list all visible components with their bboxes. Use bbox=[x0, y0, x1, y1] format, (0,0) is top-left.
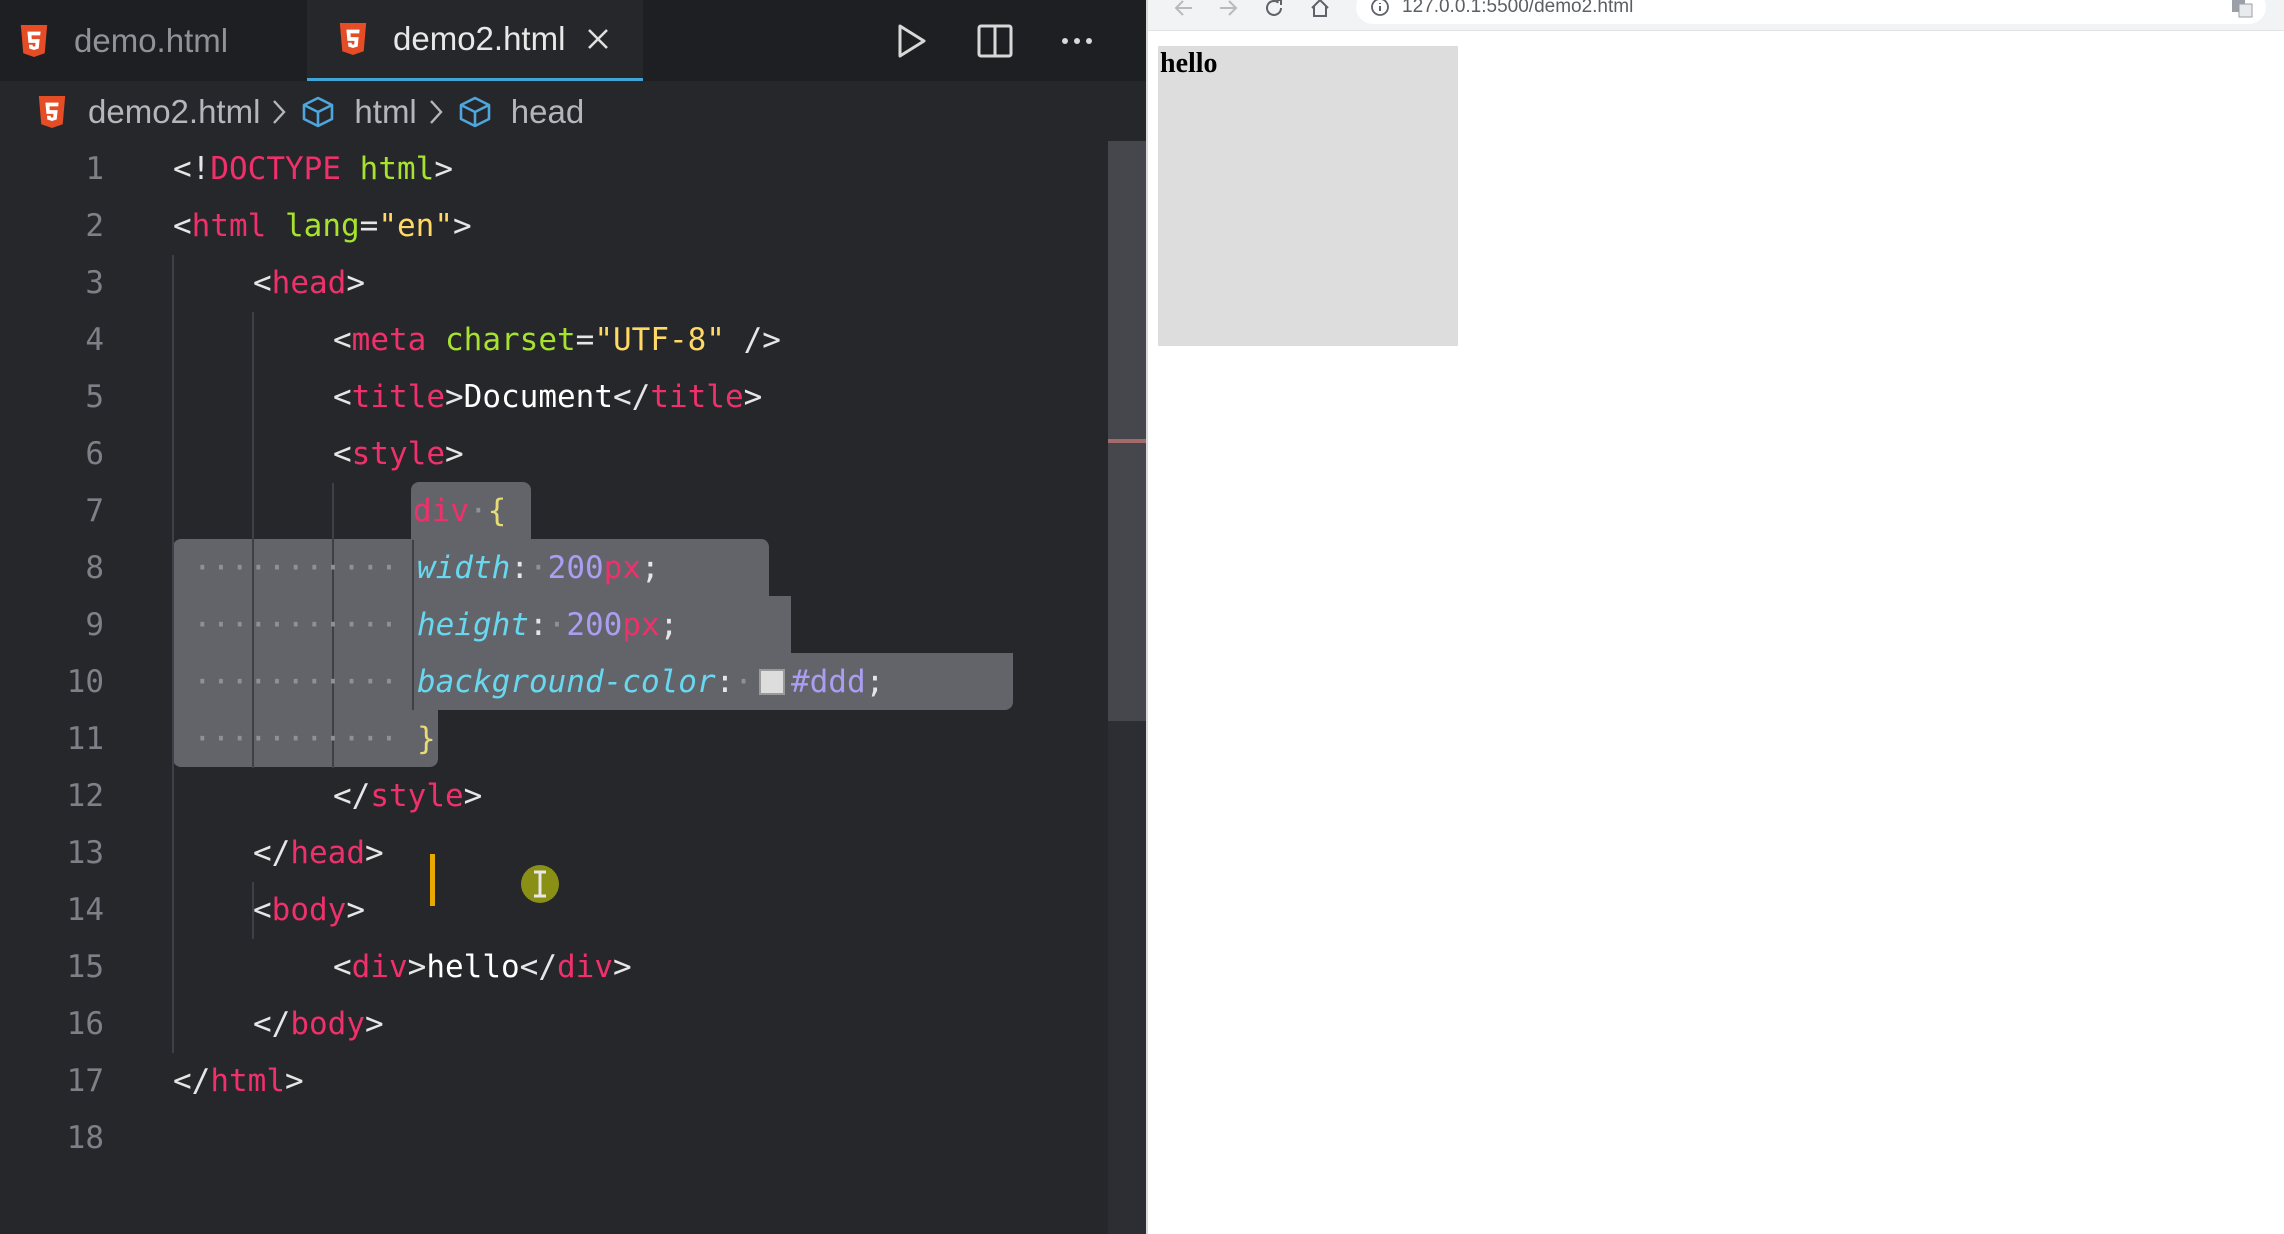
code-text: ··········· height:·200px; bbox=[193, 607, 679, 643]
line-number: 7 bbox=[85, 493, 104, 529]
html5-icon bbox=[337, 23, 369, 55]
tab-label: demo2.html bbox=[393, 20, 566, 57]
back-icon[interactable] bbox=[1170, 0, 1198, 22]
line-number: 14 bbox=[66, 892, 104, 928]
code-text: ··········· background-color:· #ddd; bbox=[193, 664, 885, 700]
code-text: ··········· width:·200px; bbox=[193, 550, 660, 586]
line-number: 15 bbox=[66, 949, 104, 985]
code-line: 6 <style> bbox=[0, 426, 1108, 483]
hello-div: hello bbox=[1158, 46, 1458, 346]
code-line: 12 </style> bbox=[0, 768, 1108, 825]
url-text: 127.0.0.1:5500/demo2.html bbox=[1402, 0, 1634, 17]
forward-icon[interactable] bbox=[1214, 0, 1242, 22]
line-number: 10 bbox=[66, 664, 104, 700]
code-line: 4 <meta charset="UTF-8" /> bbox=[0, 312, 1108, 369]
code-text: <body> bbox=[253, 892, 365, 928]
breadcrumb-html[interactable]: html bbox=[300, 93, 417, 131]
tab-demo2-html[interactable]: demo2.html bbox=[307, 0, 643, 81]
code-text: </style> bbox=[333, 778, 483, 814]
code-line: 11 ··········· } bbox=[0, 711, 1108, 768]
line-number: 18 bbox=[66, 1120, 104, 1156]
tab-demo-html[interactable]: demo.html bbox=[0, 0, 306, 81]
breadcrumb-label: demo2.html bbox=[88, 93, 261, 130]
tab-label: demo.html bbox=[74, 21, 229, 59]
color-swatch[interactable] bbox=[758, 669, 785, 695]
page-viewport: hello bbox=[1158, 46, 1458, 346]
code-line: 16 </body> bbox=[0, 996, 1108, 1053]
code-text: <div>hello</div> bbox=[333, 949, 632, 985]
code-line: 17 </html> bbox=[0, 1053, 1108, 1110]
code-text: <title>Document</title> bbox=[333, 379, 763, 415]
code-line: 18 bbox=[0, 1110, 1108, 1167]
code-text: ··········· } bbox=[193, 721, 436, 757]
line-number: 1 bbox=[85, 151, 104, 187]
line-number: 11 bbox=[66, 721, 104, 757]
code-line: 9 ··········· height:·200px; bbox=[0, 597, 1108, 654]
code-text: </head> bbox=[253, 835, 384, 871]
symbol-element-icon bbox=[300, 94, 336, 130]
breadcrumb: demo2.html html head bbox=[0, 81, 1146, 143]
line-number: 8 bbox=[85, 550, 104, 586]
chevron-right-icon bbox=[423, 97, 449, 127]
code-line: 7 div·{ bbox=[0, 483, 1108, 540]
line-number: 16 bbox=[66, 1006, 104, 1042]
run-icon[interactable] bbox=[888, 18, 934, 64]
code-line: 5 <title>Document</title> bbox=[0, 369, 1108, 426]
symbol-element-icon bbox=[457, 94, 493, 130]
more-actions-icon[interactable] bbox=[1054, 18, 1100, 64]
code-area[interactable]: 1 <!DOCTYPE html> 2 <html lang="en"> 3 <… bbox=[0, 141, 1146, 1234]
text-cursor-icon bbox=[521, 865, 559, 903]
reload-icon[interactable] bbox=[1260, 0, 1288, 22]
code-line: 2 <html lang="en"> bbox=[0, 198, 1108, 255]
editor-tab-bar: demo.html demo2.html bbox=[0, 0, 1146, 81]
code-text: </body> bbox=[253, 1006, 384, 1042]
breadcrumb-head[interactable]: head bbox=[457, 93, 584, 131]
translate-icon[interactable] bbox=[2228, 0, 2256, 22]
line-number: 12 bbox=[66, 778, 104, 814]
code-text: div·{ bbox=[413, 493, 507, 529]
html5-icon bbox=[34, 94, 70, 130]
browser-toolbar: 127.0.0.1:5500/demo2.html bbox=[1148, 0, 2284, 31]
line-number: 3 bbox=[85, 265, 104, 301]
breadcrumb-label: html bbox=[354, 93, 417, 130]
line-number: 13 bbox=[66, 835, 104, 871]
code-text: </html> bbox=[173, 1063, 304, 1099]
editor-scrollbar[interactable] bbox=[1108, 141, 1146, 1234]
line-number: 2 bbox=[85, 208, 104, 244]
code-line: 8 ··········· width:·200px; bbox=[0, 540, 1108, 597]
line-number: 17 bbox=[66, 1063, 104, 1099]
line-number: 4 bbox=[85, 322, 104, 358]
code-line: 15 <div>hello</div> bbox=[0, 939, 1108, 996]
line-number: 9 bbox=[85, 607, 104, 643]
code-text: <style> bbox=[333, 436, 464, 472]
scrollbar-marker bbox=[1108, 439, 1146, 443]
browser-preview: 127.0.0.1:5500/demo2.html hello bbox=[1146, 0, 2284, 1234]
chevron-right-icon bbox=[266, 97, 292, 127]
line-number: 5 bbox=[85, 379, 104, 415]
code-text: <head> bbox=[253, 265, 365, 301]
code-line: 3 <head> bbox=[0, 255, 1108, 312]
close-icon[interactable] bbox=[583, 24, 613, 54]
info-icon[interactable] bbox=[1370, 0, 1390, 17]
code-text: <meta charset="UTF-8" /> bbox=[333, 322, 781, 358]
code-line: 10 ··········· background-color:· #ddd; bbox=[0, 654, 1108, 711]
breadcrumb-label: head bbox=[510, 93, 585, 130]
code-text: <!DOCTYPE html> bbox=[173, 151, 453, 187]
html5-icon bbox=[18, 24, 50, 57]
home-icon[interactable] bbox=[1306, 0, 1334, 22]
line-number: 6 bbox=[85, 436, 104, 472]
code-line: 1 <!DOCTYPE html> bbox=[0, 141, 1108, 198]
address-bar[interactable]: 127.0.0.1:5500/demo2.html bbox=[1356, 0, 2266, 24]
code-editor[interactable]: demo.html demo2.html demo2.html html hea… bbox=[0, 0, 1146, 1234]
code-text: <html lang="en"> bbox=[173, 208, 472, 244]
breadcrumb-file[interactable]: demo2.html bbox=[34, 93, 260, 131]
split-editor-icon[interactable] bbox=[972, 18, 1018, 64]
scrollbar-thumb[interactable] bbox=[1108, 141, 1146, 721]
text-caret bbox=[430, 854, 435, 906]
